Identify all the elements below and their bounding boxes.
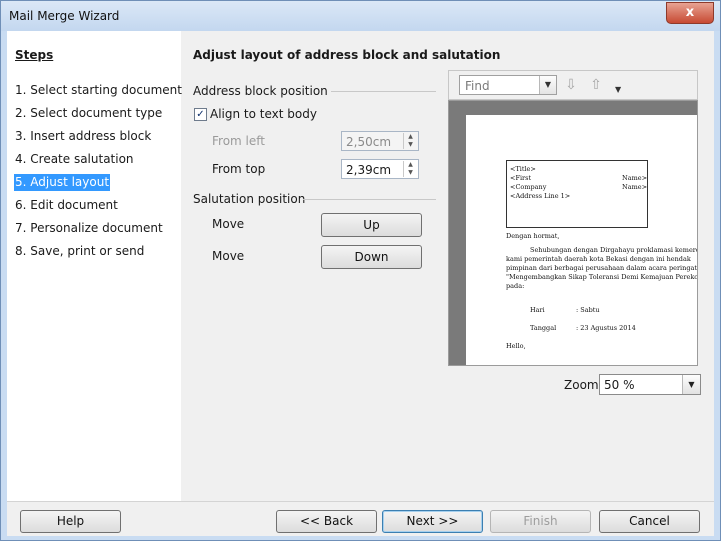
step-personalize-document[interactable]: 7. Personalize document <box>14 220 164 237</box>
hari-value: : Sabtu <box>576 306 600 314</box>
preview-toolbar: Find ▼ ⇩ ⇧ ▼ <box>448 70 698 100</box>
mail-merge-wizard-window: Mail Merge Wizard x Steps 1. Select star… <box>0 0 721 541</box>
spin-down-icon[interactable]: ▼ <box>404 141 417 149</box>
body-line-3: pimpinan dari berbagai perusahaan dalam … <box>506 264 697 272</box>
document-preview[interactable]: <Title> <First Name> <Company Name> <Add… <box>448 100 698 366</box>
body-line-4: "Mengembangkan Sikap Toleransi Demi Kema… <box>506 273 698 281</box>
from-left-value: 2,50cm <box>346 135 392 149</box>
next-button[interactable]: Next >> <box>382 510 483 533</box>
close-icon: x <box>685 5 695 20</box>
salutation-divider <box>303 199 436 200</box>
address-block-position-label: Address block position <box>193 84 328 98</box>
zoom-dropdown-icon[interactable]: ▼ <box>682 375 700 394</box>
from-left-label: From left <box>212 134 265 148</box>
from-top-spinbox[interactable]: 2,39cm ▲ ▼ <box>341 159 419 179</box>
address-name1: Name> <box>622 174 648 182</box>
move-up-label: Move <box>212 217 245 231</box>
zoom-label: Zoom <box>564 378 599 392</box>
toolbar-overflow-icon[interactable]: ▼ <box>615 85 623 95</box>
find-placeholder: Find <box>465 79 490 93</box>
body-line-1: Sehubungan dengan Dirgahayu proklamasi k… <box>530 246 698 254</box>
align-to-text-body-label[interactable]: Align to text body <box>210 107 317 121</box>
next-button-label: Next >> <box>406 514 459 528</box>
salutation-position-label: Salutation position <box>193 192 306 206</box>
preview-page: <Title> <First Name> <Company Name> <Add… <box>466 115 698 365</box>
closing-text: Hello, <box>506 342 526 350</box>
spin-up-icon[interactable]: ▲ <box>404 161 417 169</box>
salutation-text: Dengan hormat, <box>506 232 560 240</box>
address-name2: Name> <box>622 183 648 191</box>
address-company: <Company <box>510 183 547 191</box>
finish-button-label: Finish <box>523 514 558 528</box>
address-title: <Title> <box>510 165 536 173</box>
tanggal-value: : 23 Agustus 2014 <box>576 324 636 332</box>
address-line1: <Address Line 1> <box>510 192 571 200</box>
align-to-text-body-checkbox[interactable]: ✓ <box>194 108 207 121</box>
spin-up-icon[interactable]: ▲ <box>404 133 417 141</box>
steps-heading: Steps <box>15 48 54 62</box>
steps-panel: Steps 1. Select starting document 2. Sel… <box>7 31 183 501</box>
step-adjust-layout[interactable]: 5. Adjust layout <box>14 174 111 191</box>
footer-divider <box>7 501 714 502</box>
move-up-button-label: Up <box>363 218 380 232</box>
hari-label: Hari <box>530 306 545 314</box>
dialog-client-area: Steps 1. Select starting document 2. Sel… <box>7 31 714 536</box>
body-line-2: kami pemerintah daerah kota Bekasi denga… <box>506 255 691 263</box>
from-top-spin-arrows[interactable]: ▲ ▼ <box>403 161 417 177</box>
step-select-starting-document[interactable]: 1. Select starting document <box>14 82 183 99</box>
close-button[interactable]: x <box>666 2 714 24</box>
window-title: Mail Merge Wizard <box>9 9 120 23</box>
cancel-button-label: Cancel <box>629 514 670 528</box>
step-select-document-type[interactable]: 2. Select document type <box>14 105 163 122</box>
address-block-divider <box>331 91 436 92</box>
zoom-select[interactable]: 50 % ▼ <box>599 374 701 395</box>
find-input[interactable]: Find ▼ <box>459 75 557 95</box>
body-line-5: pada: <box>506 282 525 290</box>
step-edit-document[interactable]: 6. Edit document <box>14 197 119 214</box>
help-button-label: Help <box>56 514 85 528</box>
move-down-button[interactable]: Down <box>321 245 422 269</box>
help-button[interactable]: Help <box>20 510 121 533</box>
move-down-button-label: Down <box>354 250 389 264</box>
main-panel: Adjust layout of address block and salut… <box>181 31 714 501</box>
step-insert-address-block[interactable]: 3. Insert address block <box>14 128 152 145</box>
page-heading: Adjust layout of address block and salut… <box>193 48 501 62</box>
step-save-print-send[interactable]: 8. Save, print or send <box>14 243 145 260</box>
move-down-label: Move <box>212 249 245 263</box>
title-bar: Mail Merge Wizard x <box>1 1 720 31</box>
tanggal-label: Tanggal <box>530 324 557 332</box>
down-arrow-icon[interactable]: ⇩ <box>562 76 580 94</box>
from-top-value: 2,39cm <box>346 163 392 177</box>
from-top-label: From top <box>212 162 266 176</box>
find-dropdown-icon[interactable]: ▼ <box>539 76 556 94</box>
zoom-value: 50 % <box>604 378 635 392</box>
from-left-spinbox[interactable]: 2,50cm ▲ ▼ <box>341 131 419 151</box>
address-first: <First <box>510 174 532 182</box>
move-up-button[interactable]: Up <box>321 213 422 237</box>
spin-down-icon[interactable]: ▼ <box>404 169 417 177</box>
checkmark-icon: ✓ <box>196 109 205 120</box>
finish-button[interactable]: Finish <box>490 510 591 533</box>
up-arrow-icon[interactable]: ⇧ <box>587 76 605 94</box>
cancel-button[interactable]: Cancel <box>599 510 700 533</box>
from-left-spin-arrows[interactable]: ▲ ▼ <box>403 133 417 149</box>
back-button[interactable]: << Back <box>276 510 377 533</box>
back-button-label: << Back <box>299 514 354 528</box>
step-create-salutation[interactable]: 4. Create salutation <box>14 151 135 168</box>
